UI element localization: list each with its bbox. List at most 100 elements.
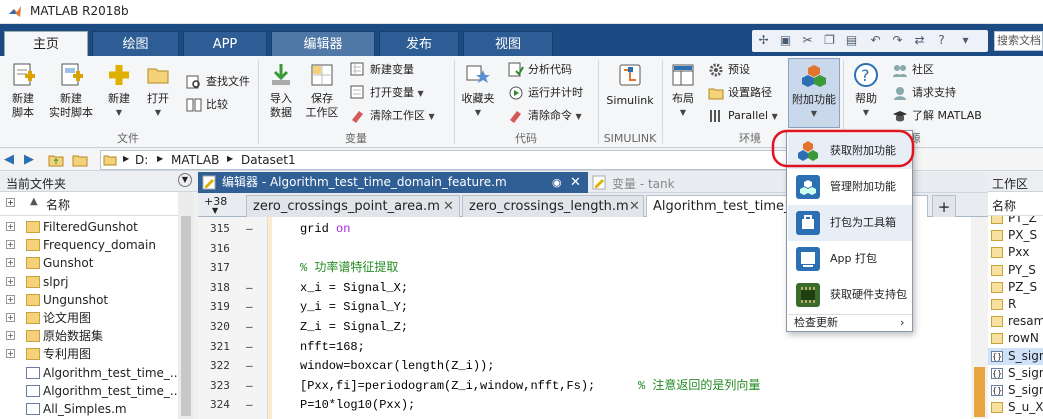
parallel-button[interactable]: Parallel ▼ (708, 107, 778, 125)
redo-icon[interactable]: ↷ (890, 33, 905, 48)
code-line[interactable]: grid on (300, 219, 350, 239)
path-field[interactable]: ▶ D: ▶ MATLAB ▶ Dataset1 (100, 150, 788, 170)
workspace-row[interactable]: {} S_sign (988, 347, 1043, 365)
expand-icon[interactable]: + (6, 258, 15, 268)
editor-tab[interactable]: zero_crossings_point_area.m ✕ (246, 195, 460, 217)
paste-icon[interactable]: ▤ (844, 33, 859, 48)
path-segment-drive[interactable]: D: (135, 153, 148, 167)
workspace-row[interactable]: {} S_sign (988, 365, 1043, 382)
menu-item-check-updates[interactable]: 检查更新 › (788, 314, 912, 332)
new-tab-button[interactable]: + (932, 195, 956, 217)
up-folder-icon[interactable] (48, 152, 64, 168)
code-line[interactable]: [Pxx,fi]=periodogram(Z_i,window,nfft,Fs)… (300, 376, 760, 396)
breakpoint-marker[interactable]: — (246, 297, 253, 317)
browse-folder-icon[interactable] (72, 152, 88, 168)
back-icon[interactable]: ◀ (4, 152, 14, 167)
run-and-time-button[interactable]: 运行并计时 (508, 84, 583, 102)
tab-publish[interactable]: 发布 (379, 31, 459, 56)
menu-item-package-app[interactable]: App 打包 (788, 241, 912, 277)
simulink-button[interactable]: Simulink (604, 62, 656, 108)
new-variable-button[interactable]: 新建变量 (350, 61, 414, 79)
workspace-row[interactable]: S_u_X (988, 399, 1043, 416)
forward-icon[interactable]: ▶ (24, 152, 34, 167)
clear-commands-button[interactable]: 清除命令 ▼ (508, 107, 582, 125)
breakpoint-marker[interactable]: — (246, 317, 253, 337)
addons-button[interactable]: 附加功能 ▼ (788, 58, 840, 128)
breakpoint-marker[interactable]: — (246, 356, 253, 376)
workspace-row[interactable]: rowN (988, 330, 1043, 347)
code-line[interactable]: y_i = Signal_Y; (300, 297, 408, 317)
community-button[interactable]: 社区 (892, 61, 934, 79)
workspace-row[interactable]: Pxx (988, 244, 1043, 261)
list-item[interactable]: All_Simples.m (0, 400, 178, 418)
new-button[interactable]: 新建 ▼ (104, 62, 134, 120)
panel-menu-icon[interactable]: ◉ (552, 172, 562, 193)
expand-icon[interactable]: ✢ (756, 33, 771, 48)
breakpoint-marker[interactable]: — (246, 278, 253, 298)
learn-matlab-button[interactable]: 了解 MATLAB (892, 107, 982, 125)
tab-home[interactable]: 主页 (4, 31, 88, 56)
breakpoint-marker[interactable]: — (246, 337, 253, 357)
scrollbar-thumb[interactable] (181, 216, 191, 416)
expand-icon[interactable]: + (6, 240, 15, 250)
open-variable-button[interactable]: 打开变量 ▼ (350, 84, 424, 102)
set-path-button[interactable]: 设置路径 (708, 84, 772, 102)
expand-icon[interactable]: + (6, 349, 15, 359)
list-item[interactable]: + Ungunshot (0, 291, 178, 309)
copy-icon[interactable]: ❐ (822, 33, 837, 48)
tab-apps[interactable]: APP (183, 31, 267, 56)
list-item[interactable]: + 专利用图 (0, 345, 178, 363)
workspace-row[interactable]: resam (988, 313, 1043, 330)
chevron-down-icon[interactable]: ▼ (212, 206, 218, 215)
switch-windows-icon[interactable]: ⇄ (912, 33, 927, 48)
close-icon[interactable]: ✕ (443, 196, 454, 217)
favorites-button[interactable]: 收藏夹 ▼ (460, 62, 496, 120)
close-icon[interactable]: ✕ (629, 196, 640, 217)
analyze-code-button[interactable]: 分析代码 (508, 61, 572, 79)
workspace-row[interactable]: PY_S (988, 262, 1043, 279)
menu-item-manage-addons[interactable]: 管理附加功能 (788, 169, 912, 205)
save-workspace-button[interactable]: 保存 工作区 (302, 62, 342, 120)
find-files-button[interactable]: 查找文件 (186, 73, 250, 91)
help-button[interactable]: ? 帮助 ▼ (850, 62, 882, 120)
request-support-button[interactable]: 请求支持 (892, 84, 956, 102)
save-icon[interactable]: ▣ (778, 33, 793, 48)
breakpoint-marker[interactable]: — (246, 395, 253, 415)
expand-icon[interactable]: + (6, 331, 15, 341)
tab-editor[interactable]: 编辑器 (271, 31, 375, 56)
menu-item-hardware-support[interactable]: 获取硬件支持包 (788, 277, 912, 313)
workspace-row[interactable]: PX_S (988, 227, 1043, 244)
expand-all-icon[interactable]: + (6, 198, 15, 207)
import-data-button[interactable]: 导入 数据 (266, 62, 296, 120)
list-item[interactable]: + Gunshot (0, 254, 178, 272)
open-button[interactable]: 打开 ▼ (143, 62, 173, 120)
list-item[interactable]: + slprj (0, 273, 178, 291)
list-item[interactable]: + Frequency_domain (0, 236, 178, 254)
close-icon[interactable]: ✕ (570, 172, 581, 193)
tab-view[interactable]: 视图 (463, 31, 553, 56)
menu-item-package-toolbox[interactable]: 打包为工具箱 (788, 205, 912, 241)
new-live-script-button[interactable]: 新建 实时脚本 (46, 62, 96, 120)
variable-panel-title[interactable]: 变量 - tank (612, 175, 675, 192)
code-line[interactable]: nfft=168; (300, 337, 365, 357)
list-item[interactable]: Algorithm_test_time_... (0, 382, 178, 400)
expand-icon[interactable]: + (6, 294, 15, 304)
column-name[interactable]: 名称 (992, 197, 1016, 214)
expand-icon[interactable]: + (6, 313, 15, 322)
expand-icon[interactable]: + (6, 276, 15, 286)
breakpoint-marker[interactable]: — (246, 376, 253, 396)
panel-menu-icon[interactable]: ▼ (178, 173, 192, 187)
list-item[interactable]: + FilteredGunshot (0, 218, 178, 236)
path-segment-dataset1[interactable]: Dataset1 (241, 153, 296, 167)
tab-plots[interactable]: 绘图 (92, 31, 179, 56)
column-name[interactable]: 名称 (46, 196, 70, 213)
breakpoint-marker[interactable]: — (246, 219, 253, 239)
expand-icon[interactable]: + (6, 222, 15, 231)
path-segment-matlab[interactable]: MATLAB (171, 153, 219, 167)
workspace-row[interactable]: R (988, 296, 1043, 313)
workspace-row[interactable]: {} S_sign (988, 382, 1043, 399)
help-icon[interactable]: ? (934, 33, 949, 48)
undo-icon[interactable]: ↶ (868, 33, 883, 48)
cut-icon[interactable]: ✂ (800, 33, 815, 48)
code-line[interactable]: x_i = Signal_X; (300, 278, 408, 298)
